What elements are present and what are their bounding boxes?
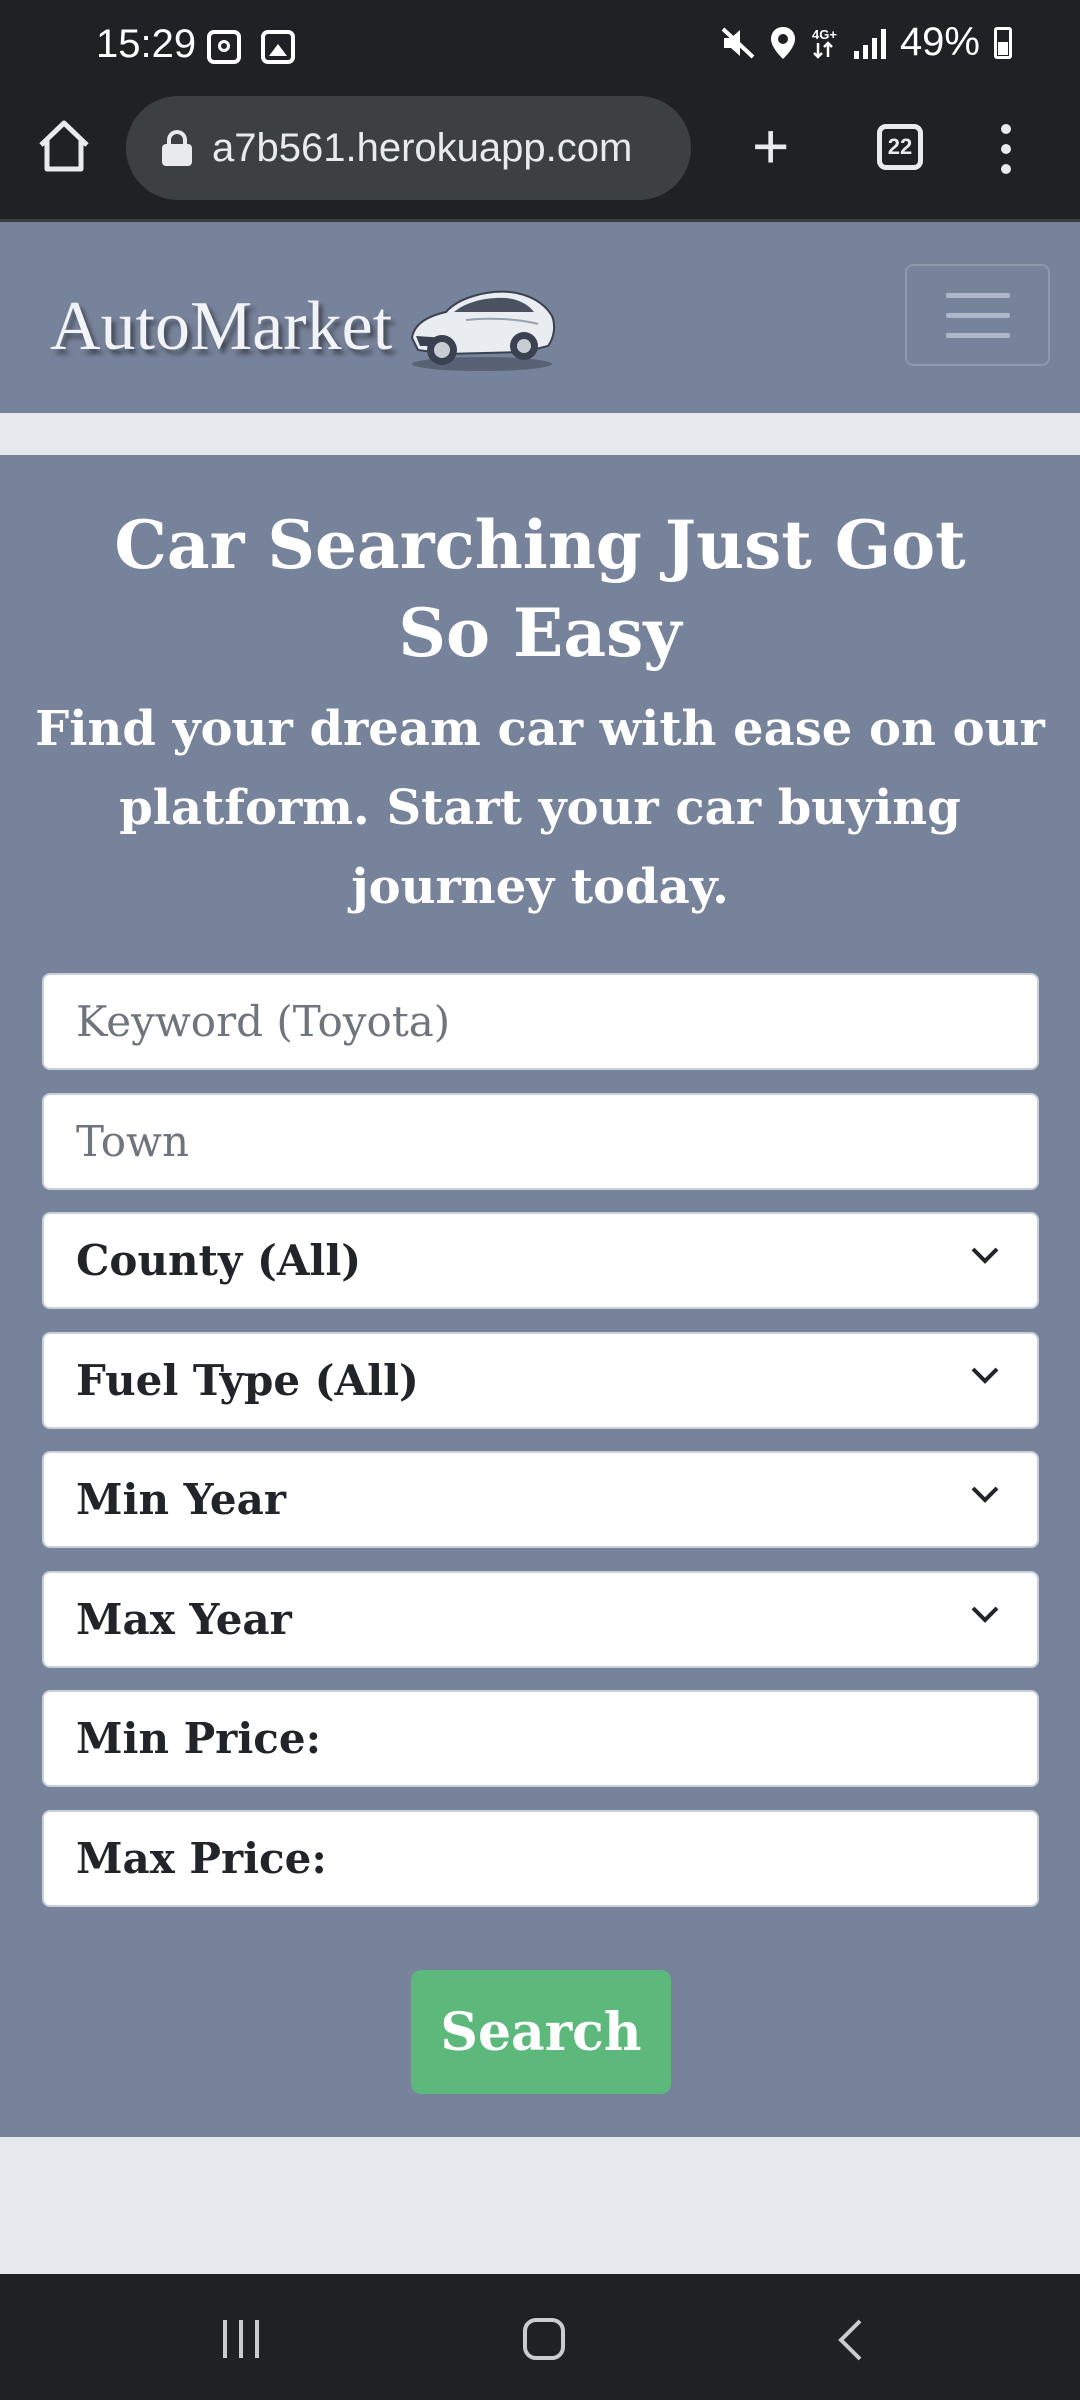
car-logo-icon xyxy=(411,290,556,371)
max-price-label: Max Price: xyxy=(76,1834,327,1883)
max-year-select[interactable]: Max Year xyxy=(42,1571,1039,1668)
new-tab-icon[interactable]: + xyxy=(752,114,789,178)
hero-title: Car Searching Just Got So Easy xyxy=(114,506,966,672)
notification-icons xyxy=(207,30,295,64)
more-menu-icon[interactable] xyxy=(1000,124,1012,174)
keyword-field xyxy=(42,973,1039,1070)
county-select[interactable]: County (All) xyxy=(42,1212,1039,1309)
fuel-type-select-value: Fuel Type (All) xyxy=(76,1356,419,1405)
min-price-label: Min Price: xyxy=(76,1714,322,1763)
clock-notification-icon xyxy=(207,30,241,64)
hamburger-line xyxy=(945,292,1010,298)
keyword-input[interactable] xyxy=(76,997,1037,1046)
system-status-icons: 4G+ 49% xyxy=(720,20,1012,65)
network-4g-icon: 4G+ xyxy=(812,27,837,59)
chevron-down-icon xyxy=(971,1367,999,1384)
town-input[interactable] xyxy=(76,1117,1037,1166)
fuel-type-select[interactable]: Fuel Type (All) xyxy=(42,1332,1039,1429)
system-nav-bar xyxy=(0,2274,1080,2400)
min-year-select-value: Min Year xyxy=(76,1475,286,1524)
signal-icon xyxy=(853,27,886,59)
max-price-field[interactable]: Max Price: xyxy=(42,1810,1039,1907)
county-select-value: County (All) xyxy=(76,1236,362,1285)
mute-icon xyxy=(721,27,755,58)
tab-switcher-button[interactable]: 22 xyxy=(877,124,923,170)
chevron-down-icon xyxy=(971,1606,999,1623)
status-time: 15:29 xyxy=(96,22,197,66)
site-navbar: AutoMarket xyxy=(0,222,1080,413)
location-icon xyxy=(770,26,795,59)
max-year-select-value: Max Year xyxy=(76,1595,292,1644)
hero-section: Car Searching Just Got So Easy Find your… xyxy=(0,455,1080,2137)
chevron-down-icon xyxy=(971,1486,999,1503)
hero-subtitle: Find your dream car with ease on our pla… xyxy=(35,701,1045,915)
recents-icon[interactable] xyxy=(223,2320,259,2358)
town-field xyxy=(42,1093,1039,1190)
battery-icon xyxy=(994,26,1012,59)
search-button[interactable]: Search xyxy=(411,1970,671,2094)
svg-text:4G+: 4G+ xyxy=(812,27,837,42)
address-bar[interactable]: a7b561.herokuapp.com xyxy=(126,96,691,200)
hamburger-line xyxy=(945,332,1010,338)
home-icon[interactable] xyxy=(36,118,92,174)
navbar-toggle-button[interactable] xyxy=(905,264,1050,366)
chevron-down-icon xyxy=(971,1247,999,1264)
brand-logo[interactable]: AutoMarket xyxy=(50,280,558,374)
lock-icon xyxy=(162,130,192,166)
min-price-field[interactable]: Min Price: xyxy=(42,1690,1039,1787)
min-year-select[interactable]: Min Year xyxy=(42,1451,1039,1548)
image-notification-icon xyxy=(261,30,295,64)
brand-name: AutoMarket xyxy=(50,288,393,365)
browser-toolbar: a7b561.herokuapp.com + 22 xyxy=(0,96,1080,222)
home-nav-icon[interactable] xyxy=(523,2318,565,2360)
hamburger-line xyxy=(945,312,1010,318)
back-icon[interactable] xyxy=(836,2318,864,2362)
url-text: a7b561.herokuapp.com xyxy=(212,125,633,170)
battery-percent: 49% xyxy=(899,20,980,64)
status-bar: 15:29 4G+ 49% xyxy=(0,0,1080,96)
